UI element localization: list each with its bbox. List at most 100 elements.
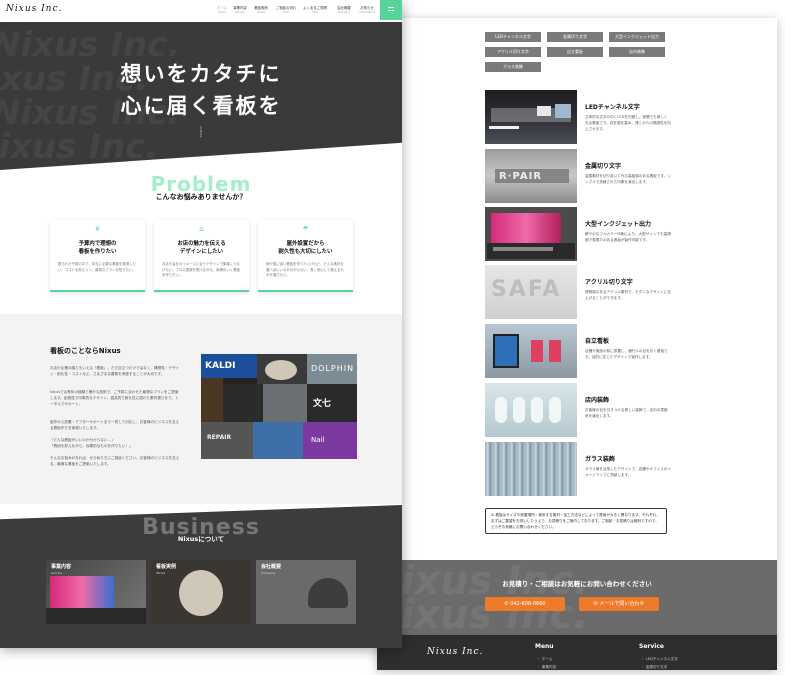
service-title: ガラス装飾 [585,456,615,463]
shop-icon: ⌂ [199,225,204,233]
problem-heading: こんなお悩みありませんか？ [155,193,247,201]
phone-button[interactable]: ✆ 042-808-0660 [485,597,565,611]
service-title: 大型インクジェット出力 [585,221,652,228]
collage-label: DOLPHIN [311,364,355,373]
nav-information[interactable]: お知らせ Information [355,5,379,14]
business-card-sub: Company [261,571,276,575]
service-title: LEDチャンネル文字 [585,104,640,111]
business-card-company[interactable]: 会社概要 Company [256,560,356,624]
service-photo: SAFA [485,265,577,319]
footer-menu-item[interactable]: ・ 事業内容 [537,665,556,670]
footer-service-title: Service [639,643,664,650]
service-item[interactable]: 店内装飾 お客様の目を引きつける美しい装飾で、店内の雰囲気を演出します。 [485,383,675,437]
site-header: Nixus Inc. ホーム home 事業内容 Service 看板実例 Works… [0,0,402,22]
service-desc: 店舗や施設の前に設置し、通行人の目を引く看板です。目的に応じたデザインで製作しま… [585,349,668,359]
service-item[interactable]: SAFA アクリル切り文字 透明感のあるアクリル素材で、モダンなデザインに仕上げ… [485,265,675,319]
umbrella-icon: ☂ [302,225,309,233]
service-desc: お客様の目を引きつける美しい装飾で、店内の雰囲気を演出します。 [585,408,668,418]
problem-card-desc: 限られた予算の中で、本当に必要な看板を実現したい。コストを抑えつつ、最適なプラン… [58,262,136,272]
footer-logo[interactable]: Nixus Inc. [427,647,483,657]
business-card-title: 会社概要 [261,564,282,570]
about-paragraph: Nixusでは長年の経験と確かな技術で、ご予算に合わせた最適なプランをご提案しま… [50,390,179,406]
about-title: 看板のことならNixus [50,347,121,355]
service-item[interactable]: ガラス装飾 ガラス面を活用したデザインで、店舗やオフィスのイメージアップに貢献し… [485,442,675,496]
business-section: Business Nixusについて 事業内容 Service 看板実例 Wor… [0,505,402,648]
business-card-sub: Service [51,571,63,575]
service-tag-list: LEDチャンネル文字 金属切り文字 大型インクジェット出力 アクリル切り文字 自… [485,32,669,72]
service-title: アクリル切り文字 [585,279,633,286]
problem-card: ¥ 予算内で理想の 看板を作りたい 限られた予算の中で、本当に必要な看板を実現し… [50,220,145,292]
problem-card-title: お店の魅力を伝える デザインにしたい [177,241,226,255]
about-paragraph: 製作から設置・アフターサポートまで一貫して対応し、お客様のビジネスを支える看板作… [50,420,180,430]
tag-led[interactable]: LEDチャンネル文字 [485,32,541,42]
nav-faq[interactable]: よくあるご質問 FAQ [303,5,327,14]
service-photo [485,324,577,378]
problem-card: ☂ 屋外設置だから 耐久性も大切にしたい 雨や風に強い看板を作りたいけれど、どん… [258,220,353,292]
footer-service-item[interactable]: ・ LEDチャンネル文字 [641,657,678,662]
service-photo [485,90,577,144]
collage-label: REPAIR [207,434,232,441]
service-photo [485,383,577,437]
service-item[interactable]: 大型インクジェット出力 鮮やかなフルカラー印刷により、大型サインでも高精細で表現… [485,207,675,261]
nav-company[interactable]: 会社概要 Company [332,5,356,14]
service-title: 店内装飾 [585,397,610,404]
nav-works[interactable]: 看板実例 Works [249,5,273,14]
hero-section: Nixus Inc. Nixus Inc. Nixus Inc. Nixus I… [0,0,402,170]
footer-menu-item[interactable]: ・ ホーム [537,657,552,662]
hero-headline-2: 心に届く看板を [120,94,282,118]
about-paragraph: 「どんな看板がいいのか分からない…」 「費用を抑えながら、効果的なものを作りたい… [50,438,133,448]
tag-interior[interactable]: 店内装飾 [609,47,665,57]
contact-menu-button[interactable] [380,0,402,20]
nav-flow[interactable]: ご相談の流れ Flow [274,5,298,14]
home-page-preview: Nixus Inc. Nixus Inc. Nixus Inc. Nixus I… [0,0,402,648]
business-card-sub: Works [156,571,166,575]
sign-collage-image: KALDI DOLPHIN 文七 REPAIR Nail [201,354,357,459]
hero-bg-word: Nixus Inc. [0,127,159,167]
service-desc: ガラス面を活用したデザインで、店舗やオフィスのイメージアップに貢献します。 [585,467,671,477]
service-item[interactable]: R·PAIR 金属切り文字 金属素材を切り抜いて作る高級感のある看板です。シンプ… [485,149,675,203]
service-item[interactable]: LEDチャンネル文字 立体的な文字の中にLEDを内蔵し、夜間でも美しく光る看板で… [485,90,675,144]
service-photo: R·PAIR [485,149,577,203]
business-card-works[interactable]: 看板実例 Works [151,560,251,624]
problem-card: ⌂ お店の魅力を伝える デザインにしたい お店や会社のイメージに合うデザインで集… [154,220,249,292]
footer: Nixus Inc. Menu ・ ホーム ・ 事業内容 Service ・ L… [377,635,777,670]
business-card-title: 看板実例 [156,564,177,570]
contact-title: お見積り・ご相談はお気軽にお問い合わせください [502,580,652,588]
collage-label: 文七 [313,399,332,409]
service-title: 金属切り文字 [585,163,622,170]
hero-bg-word: Nixus Inc. [0,25,181,65]
mail-button[interactable]: ✉ メールで問い合わせ [579,597,659,611]
service-page-preview: LEDチャンネル文字 金属切り文字 大型インクジェット出力 アクリル切り文字 自… [377,18,777,670]
service-desc: 透明感のあるアクリル素材で、モダンなデザインに仕上げることができます。 [585,290,671,300]
footer-service-item[interactable]: ・ 金属切り文字 [641,665,667,670]
service-photo [485,207,577,261]
about-paragraph: お店や企業の顔ともいえる「看板」。ただ目立つだけではなく、構想性・デザイン・耐久… [50,366,180,376]
problem-card-title: 屋外設置だから 耐久性も大切にしたい [278,241,333,255]
estimate-note: ☑ 看板はサイズや設置場所・使用する素材・加工方法などによって費用が大きく異なり… [485,508,667,534]
business-heading: Nixusについて [177,535,225,543]
tag-glass[interactable]: ガラス装飾 [485,62,541,72]
service-title: 自立看板 [585,338,610,345]
tag-inkjet[interactable]: 大型インクジェット出力 [609,32,665,42]
yen-icon: ¥ [95,225,100,233]
service-desc: 金属素材を切り抜いて作る高級感のある看板です。シンプルで洗練された印象を演出しま… [585,174,671,184]
collage-label: KALDI [205,361,236,371]
tag-metal[interactable]: 金属切り文字 [547,32,603,42]
problem-card-desc: お店や会社のイメージに合うデザインで集客につなげたい。プロの提案を受けながら、納… [162,262,240,278]
problem-card-desc: 雨や風に強い看板を作りたいけれど、どんな素材を選べばいいのか分からない。長く安心… [266,262,344,278]
service-desc: 鮮やかなフルカラー印刷により、大型サインでも高精細で表現力のある看板が製作可能で… [585,232,671,242]
hero-headline-1: 想いをカタチに [120,62,282,86]
service-photo [485,442,577,496]
service-item[interactable]: 自立看板 店舗や施設の前に設置し、通行人の目を引く看板です。目的に応じたデザイン… [485,324,675,378]
tag-standing[interactable]: 自立看板 [547,47,603,57]
about-paragraph: そんなお悩みがあれば、ぜひ私たちにご相談ください。お客様のビジネスを支える、最適… [50,456,180,466]
business-card-title: 事業内容 [51,564,72,570]
business-card-service[interactable]: 事業内容 Service [46,560,146,624]
service-desc: 立体的な文字の中にLEDを内蔵し、夜間でも美しく光る看板です。存在感を高め、遠く… [585,115,671,131]
collage-label: Nail [311,436,325,444]
problem-card-title: 予算内で理想の 看板を作りたい [78,241,117,255]
footer-menu-title: Menu [535,643,554,650]
tag-acrylic[interactable]: アクリル切り文字 [485,47,541,57]
site-logo[interactable]: Nixus Inc. [6,4,62,14]
scroll-indicator[interactable]: SCROLL [199,126,203,138]
